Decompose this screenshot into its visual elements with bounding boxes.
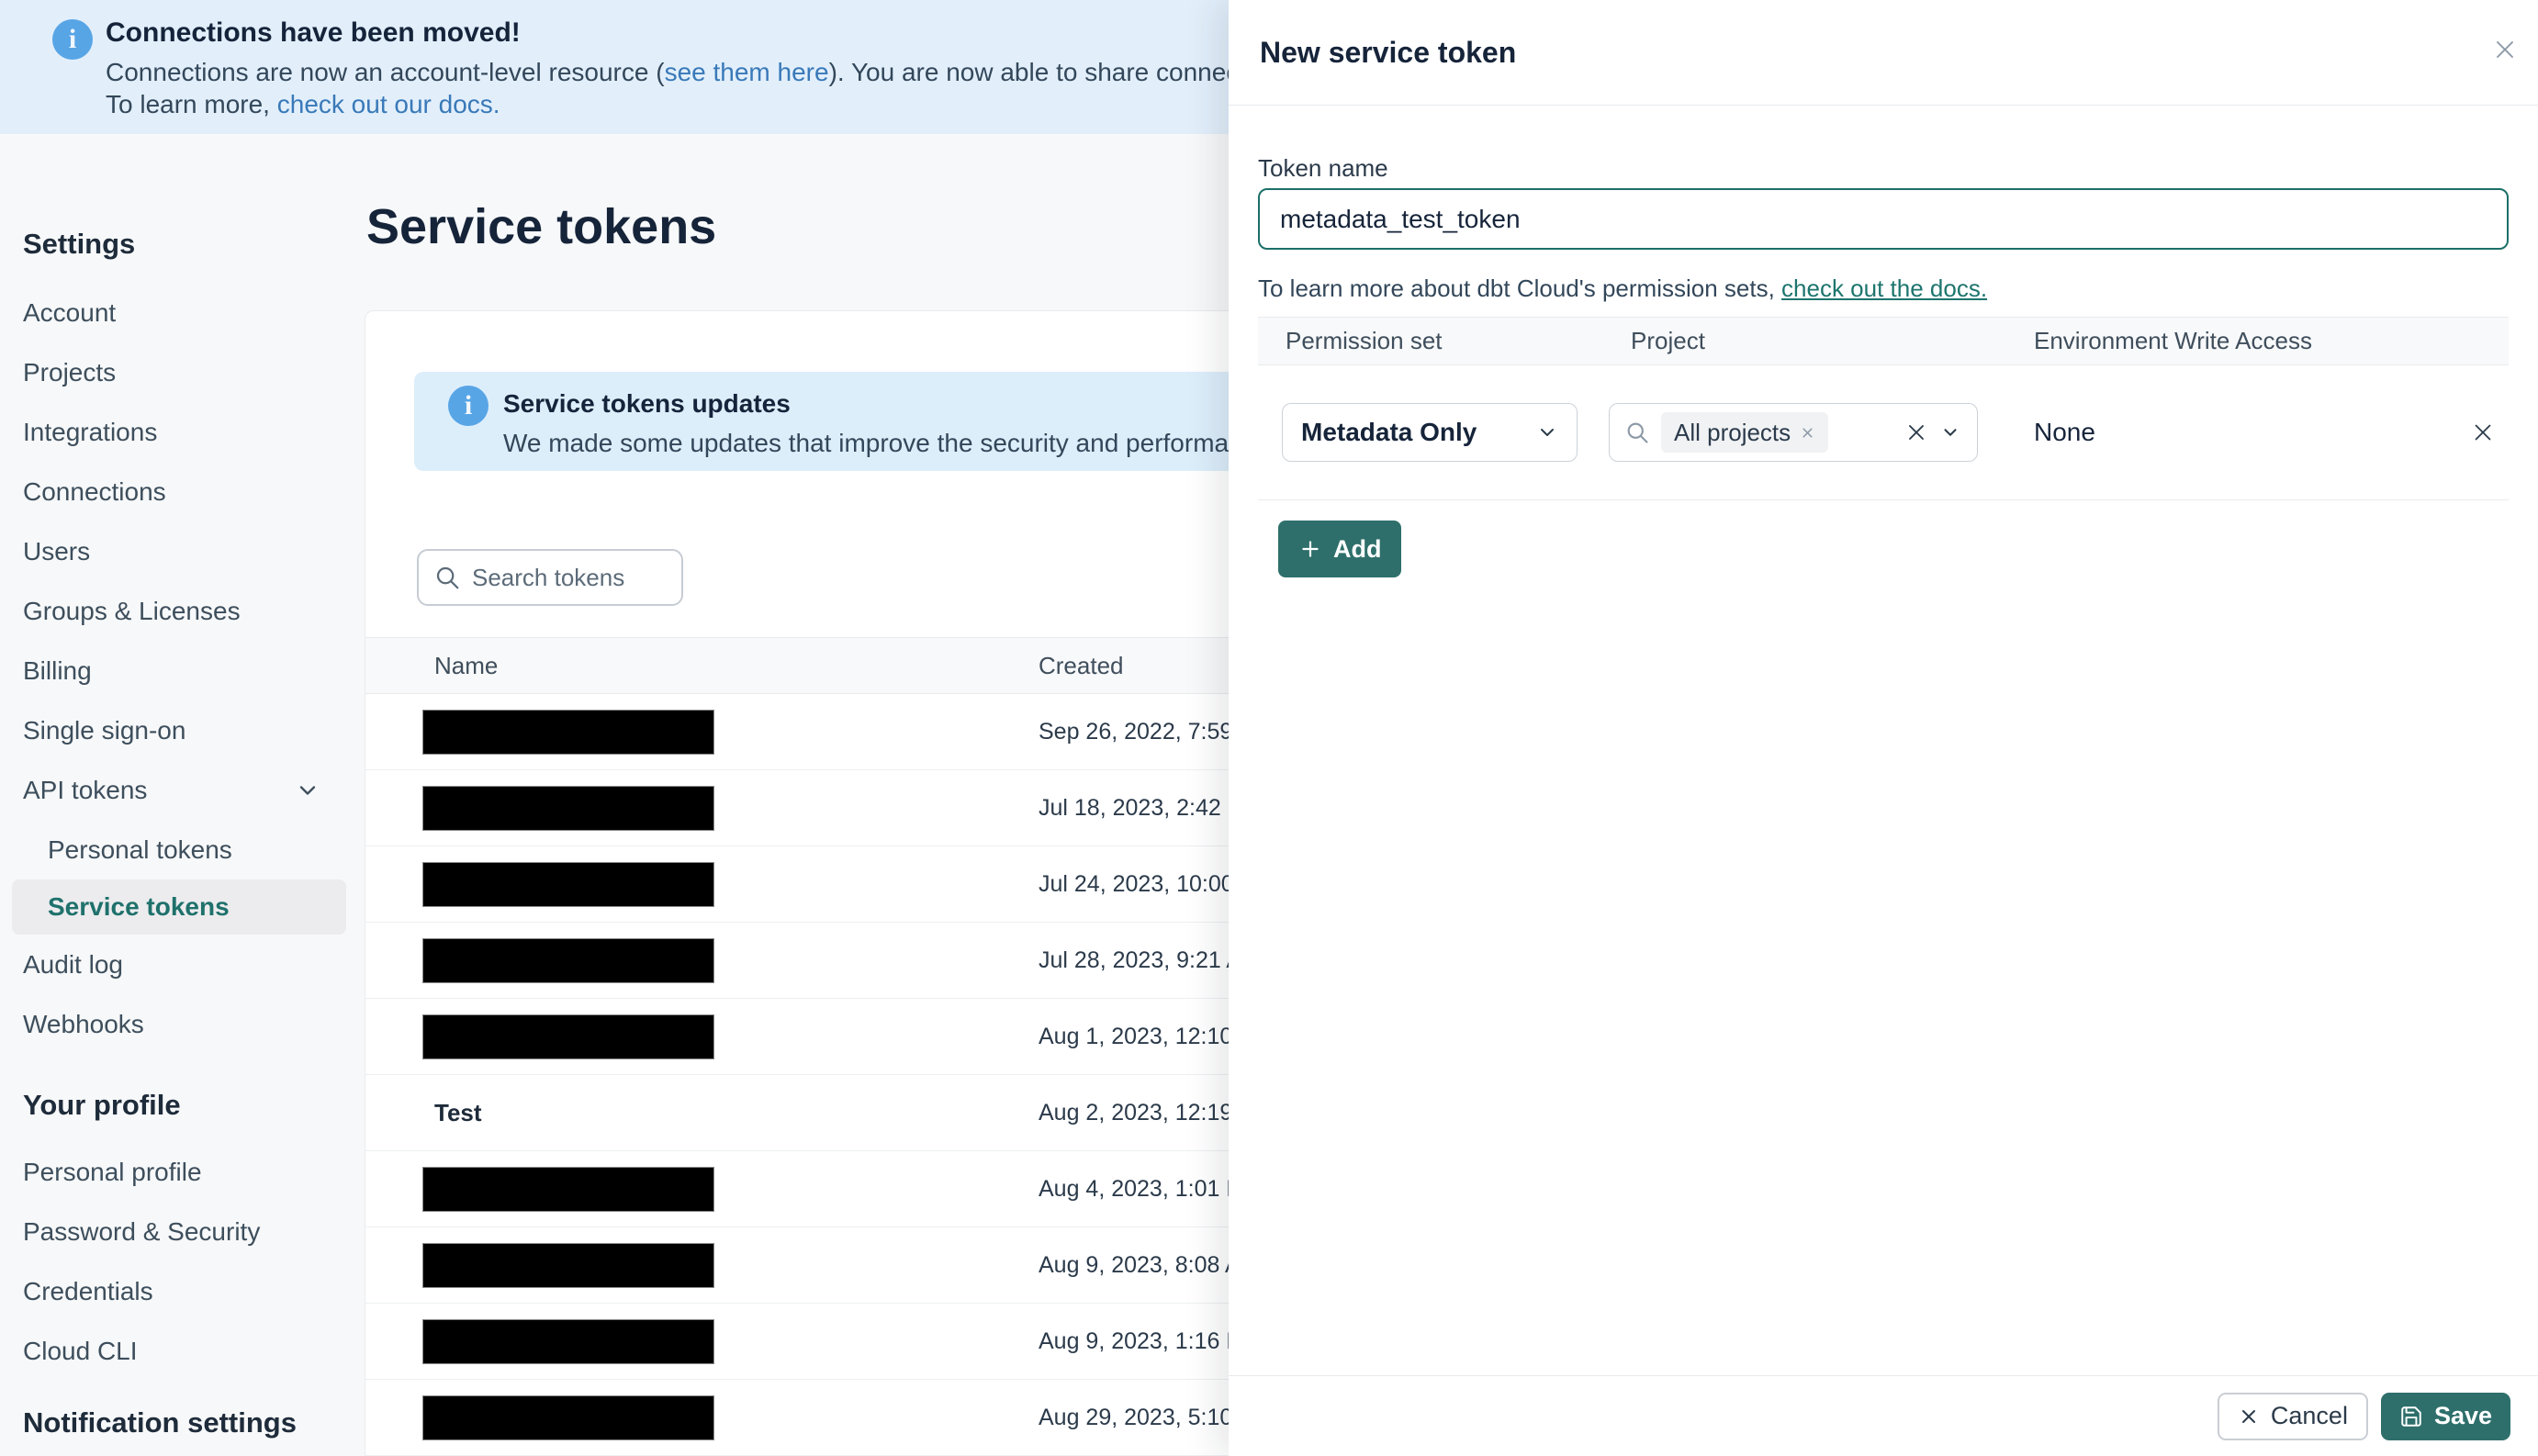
new-service-token-drawer: New service token Token name To learn mo… [1229,0,2538,1456]
permission-help-text: To learn more about dbt Cloud's permissi… [1258,274,2509,303]
dbt-cloud-account-settings: i Connections have been moved! Connectio… [0,0,2538,1456]
sidebar-item-service-tokens[interactable]: Service tokens [12,879,346,935]
sidebar-item-credentials[interactable]: Credentials [0,1261,365,1321]
save-icon [2401,1406,2421,1427]
sidebar-item-single-sign-on[interactable]: Single sign-on [0,700,365,760]
column-header-env-write-access: Environment Write Access [2034,327,2312,354]
add-button-label: Add [1333,534,1382,563]
drawer-body: Token name To learn more about dbt Cloud… [1229,154,2538,577]
chevron-down-icon [295,778,320,803]
sidebar-item-integrations[interactable]: Integrations [0,402,365,462]
sidebar-item-api-tokens[interactable]: API tokens [0,760,365,820]
sidebar-item-personal-tokens[interactable]: Personal tokens [0,820,365,879]
sidebar-settings-header: Settings [23,228,136,260]
redacted-token-name [422,937,714,983]
banner-footer: To learn more, check out our docs. [106,90,500,119]
sidebar-item-account[interactable]: Account [0,283,365,342]
clear-selection-icon[interactable] [1904,420,1929,445]
column-header-permission-set: Permission set [1286,327,1443,354]
sidebar-item-audit-log[interactable]: Audit log [0,935,365,994]
redacted-token-name [422,1014,714,1059]
settings-sidebar: Settings Account Projects Integrations C… [0,134,365,1456]
search-tokens-box[interactable] [417,549,683,606]
help-text: To learn more about dbt Cloud's permissi… [1258,274,1782,302]
redacted-token-name [422,1394,714,1440]
redacted-token-name [422,1318,714,1364]
info-icon: i [448,386,489,426]
sidebar-profile-header: Your profile [23,1089,181,1121]
environment-write-access-value: None [2034,418,2095,446]
sidebar-item-personal-profile[interactable]: Personal profile [0,1142,365,1202]
page-title: Service tokens [366,199,717,254]
chevron-down-icon [1541,429,1554,436]
banner-footer-text: To learn more, [106,90,277,118]
search-icon [436,566,459,589]
redacted-token-name [422,1166,714,1212]
close-icon[interactable] [2488,33,2521,66]
project-multiselect[interactable]: All projects [1609,403,1978,462]
permissions-table-header: Permission set Project Environment Write… [1258,317,2509,365]
permission-set-value: Metadata Only [1301,418,1477,446]
token-name-input[interactable] [1258,188,2509,250]
redacted-token-name [422,861,714,907]
save-button[interactable]: Save [2380,1392,2510,1440]
search-icon [1627,422,1648,443]
check-docs-link[interactable]: check out our docs. [277,90,500,118]
sidebar-item-projects[interactable]: Projects [0,342,365,402]
drawer-title: New service token [1260,36,1517,69]
token-name: Test [434,1098,482,1126]
column-header-name: Name [434,651,499,679]
permissions-table: Permission set Project Environment Write… [1258,317,2509,500]
sidebar-item-cloud-cli[interactable]: Cloud CLI [0,1321,365,1381]
sidebar-item-connections[interactable]: Connections [0,462,365,521]
info-icon: i [52,19,93,60]
chip-label: All projects [1674,418,1791,446]
cancel-button-label: Cancel [2270,1402,2348,1429]
save-button-label: Save [2433,1402,2492,1429]
permission-row: Metadata Only All projects None [1258,365,2509,500]
close-icon [2241,1409,2255,1423]
search-input[interactable] [472,563,667,592]
see-them-here-link[interactable]: see them here [665,58,829,86]
chevron-down-icon[interactable] [1940,422,1960,442]
redacted-token-name [422,785,714,831]
sidebar-item-api-tokens-label: API tokens [23,775,148,804]
remove-row-icon[interactable] [2457,419,2509,446]
column-header-project: Project [1631,327,1705,354]
token-name-label: Token name [1258,154,1388,182]
updates-banner-title: Service tokens updates [503,389,791,418]
check-out-docs-link[interactable]: check out the docs. [1781,274,1987,302]
sidebar-item-password-security[interactable]: Password & Security [0,1202,365,1261]
permission-set-select[interactable]: Metadata Only [1282,403,1578,462]
drawer-header: New service token [1229,0,2538,106]
sidebar-item-webhooks[interactable]: Webhooks [0,994,365,1054]
sidebar-notifications-header: Notification settings [23,1406,297,1439]
all-projects-chip[interactable]: All projects [1661,412,1829,453]
plus-icon [1302,541,1319,557]
sidebar-item-users[interactable]: Users [0,521,365,581]
sidebar-item-billing[interactable]: Billing [0,641,365,700]
sidebar-item-groups-licenses[interactable]: Groups & Licenses [0,581,365,641]
redacted-token-name [422,1242,714,1288]
banner-title: Connections have been moved! [106,17,521,48]
banner-body-text: Connections are now an account-level res… [106,58,665,86]
cancel-button[interactable]: Cancel [2217,1392,2368,1440]
add-permission-button[interactable]: Add [1278,521,1402,577]
drawer-footer: Cancel Save [1229,1375,2538,1456]
chip-remove-icon[interactable] [1800,425,1815,441]
redacted-token-name [422,709,714,755]
